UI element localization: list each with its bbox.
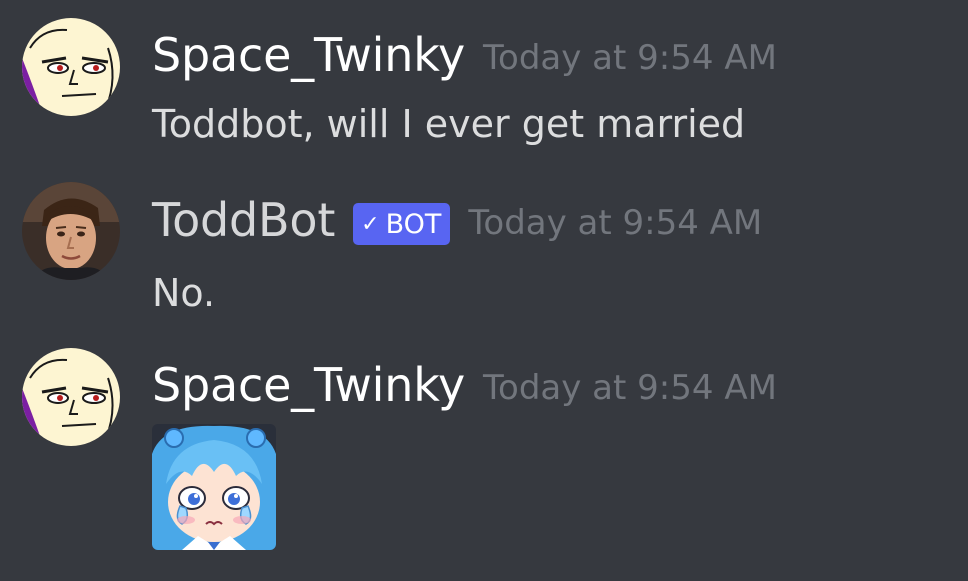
message-header: Space_Twinky Today at 9:54 AM [152, 28, 777, 82]
timestamp[interactable]: Today at 9:54 AM [483, 38, 777, 78]
crying-anime-girl-emote[interactable] [152, 424, 276, 550]
bald-face-avatar[interactable] [22, 348, 120, 446]
timestamp[interactable]: Today at 9:54 AM [483, 368, 777, 408]
message-text: No. [152, 271, 216, 315]
message-text: Toddbot, will I ever get married [152, 102, 746, 146]
bot-badge: ✓ BOT [353, 203, 451, 245]
man-portrait-avatar[interactable] [22, 182, 120, 280]
username[interactable]: Space_Twinky [152, 358, 465, 412]
username[interactable]: Space_Twinky [152, 28, 465, 82]
username[interactable]: ToddBot [152, 193, 335, 247]
checkmark-icon: ✓ [361, 211, 380, 237]
chat-messages: Space_Twinky Today at 9:54 AM Toddbot, w… [0, 0, 968, 581]
bot-badge-label: BOT [385, 208, 442, 240]
message-header: ToddBot ✓ BOT Today at 9:54 AM [152, 193, 762, 247]
bald-face-avatar[interactable] [22, 18, 120, 116]
timestamp[interactable]: Today at 9:54 AM [468, 203, 762, 243]
message-header: Space_Twinky Today at 9:54 AM [152, 358, 777, 412]
